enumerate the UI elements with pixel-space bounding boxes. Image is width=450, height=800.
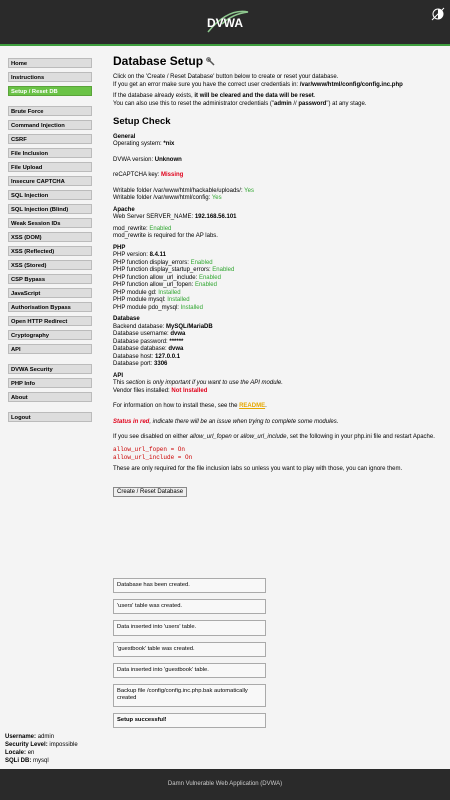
message-item: Backup file /config/config.inc.php.bak a… [113,684,266,707]
message-item-success: Setup successful! [113,712,266,728]
menu-item-file-inclusion[interactable]: File Inclusion [8,148,92,158]
wrench-icon [206,57,215,66]
menu-item-xss-dom[interactable]: XSS (DOM) [8,232,92,242]
menu-item-api[interactable]: API [8,344,92,354]
menu-item-csrf[interactable]: CSRF [8,134,92,144]
theme-toggle-icon[interactable] [430,6,446,22]
menu-group-info: DVWA Security PHP Info About [8,364,92,402]
message-item: Data inserted into 'users' table. [113,620,266,636]
sqli-db-value: mysql [33,758,49,764]
menu-item-insecure-captcha[interactable]: Insecure CAPTCHA [8,176,92,186]
sqli-db-label: SQLi DB: [5,758,32,764]
message-item: Database has been created. [113,578,266,594]
page-title: Database Setup [113,54,443,69]
menu-item-command-injection[interactable]: Command Injection [8,120,92,130]
footer: Damn Vulnerable Web Application (DVWA) [0,769,450,800]
database-section: Database Backend database: MySQL/MariaDB… [113,316,213,368]
menu-item-sql-injection-blind[interactable]: SQL Injection (Blind) [8,204,92,214]
menu-item-cryptography[interactable]: Cryptography [8,330,92,340]
create-reset-database-button[interactable]: Create / Reset Database [113,487,188,498]
disabled-note: If you see disabled on either allow_url_… [113,434,435,441]
readme-paragraph: For information on how to install these,… [113,403,267,410]
status-note: Status in red, indicate there will be an… [113,418,339,425]
locale-value: en [27,750,35,756]
menu-item-file-upload[interactable]: File Upload [8,162,92,172]
menu-item-dvwa-security[interactable]: DVWA Security [8,364,92,374]
dvwa-logo: DVWA [207,10,249,33]
menu-item-xss-reflected[interactable]: XSS (Reflected) [8,246,92,256]
username-label: Username: [5,734,37,740]
code-allow-url-fopen: allow_url_fopen = On [113,445,186,453]
locale-label: Locale: [5,750,27,756]
footer-text: Damn Vulnerable Web Application (DVWA) [167,781,283,787]
menu-item-brute-force[interactable]: Brute Force [8,106,92,116]
message-list: Database has been created. 'users' table… [113,578,266,734]
menu-item-setup[interactable]: Setup / Reset DB [8,86,92,96]
setup-check-title: Setup Check [113,116,171,127]
menu-item-sql-injection[interactable]: SQL Injection [8,190,92,200]
general-section: General Operating system: *nix DVWA vers… [113,133,254,202]
security-level-label: Security Level: [5,742,48,748]
intro-paragraph-1: Click on the 'Create / Reset Database' b… [113,74,403,88]
menu-group-logout: Logout [8,412,92,422]
menu-item-php-info[interactable]: PHP Info [8,378,92,388]
menu-group-main: Home Instructions Setup / Reset DB [8,58,92,96]
only-required-note: These are only required for the file inc… [113,465,403,472]
php-section: PHP PHP version: 8.4.11 PHP function dis… [113,244,235,311]
message-item: 'guestbook' table was created. [113,641,266,657]
menu-item-about[interactable]: About [8,392,92,402]
readme-link[interactable]: README [239,403,265,409]
main-content: Database Setup Click on the 'Create / Re… [113,54,443,498]
menu-item-logout[interactable]: Logout [8,412,92,422]
menu-item-instructions[interactable]: Instructions [8,72,92,82]
security-level-value: impossible [49,742,78,748]
menu-item-authorisation-bypass[interactable]: Authorisation Bypass [8,302,92,312]
api-section: API This section is only important if yo… [113,372,283,394]
logo-text: DVWA [207,16,243,30]
menu-item-javascript[interactable]: JavaScript [8,288,92,298]
apache-section: Apache Web Server SERVER_NAME: 192.168.5… [113,206,237,240]
menu-item-weak-session-ids[interactable]: Weak Session IDs [8,218,92,228]
header-divider [0,44,450,46]
menu-item-xss-stored[interactable]: XSS (Stored) [8,260,92,270]
username-value: admin [37,734,55,740]
menu-item-home[interactable]: Home [8,58,92,68]
header: DVWA [0,0,450,44]
message-item: Data inserted into 'guestbook' table. [113,662,266,679]
message-item: 'users' table was created. [113,599,266,615]
menu-item-open-http-redirect[interactable]: Open HTTP Redirect [8,316,92,326]
intro-paragraph-2: If the database already exists, it will … [113,93,367,107]
sidebar-menu: Home Instructions Setup / Reset DB Brute… [8,58,92,426]
code-allow-url-include: allow_url_include = On [113,454,193,462]
menu-group-labs: Brute Force Command Injection CSRF File … [8,106,92,354]
menu-item-csp-bypass[interactable]: CSP Bypass [8,274,92,284]
user-info: Username: admin Security Level: impossib… [5,733,78,765]
